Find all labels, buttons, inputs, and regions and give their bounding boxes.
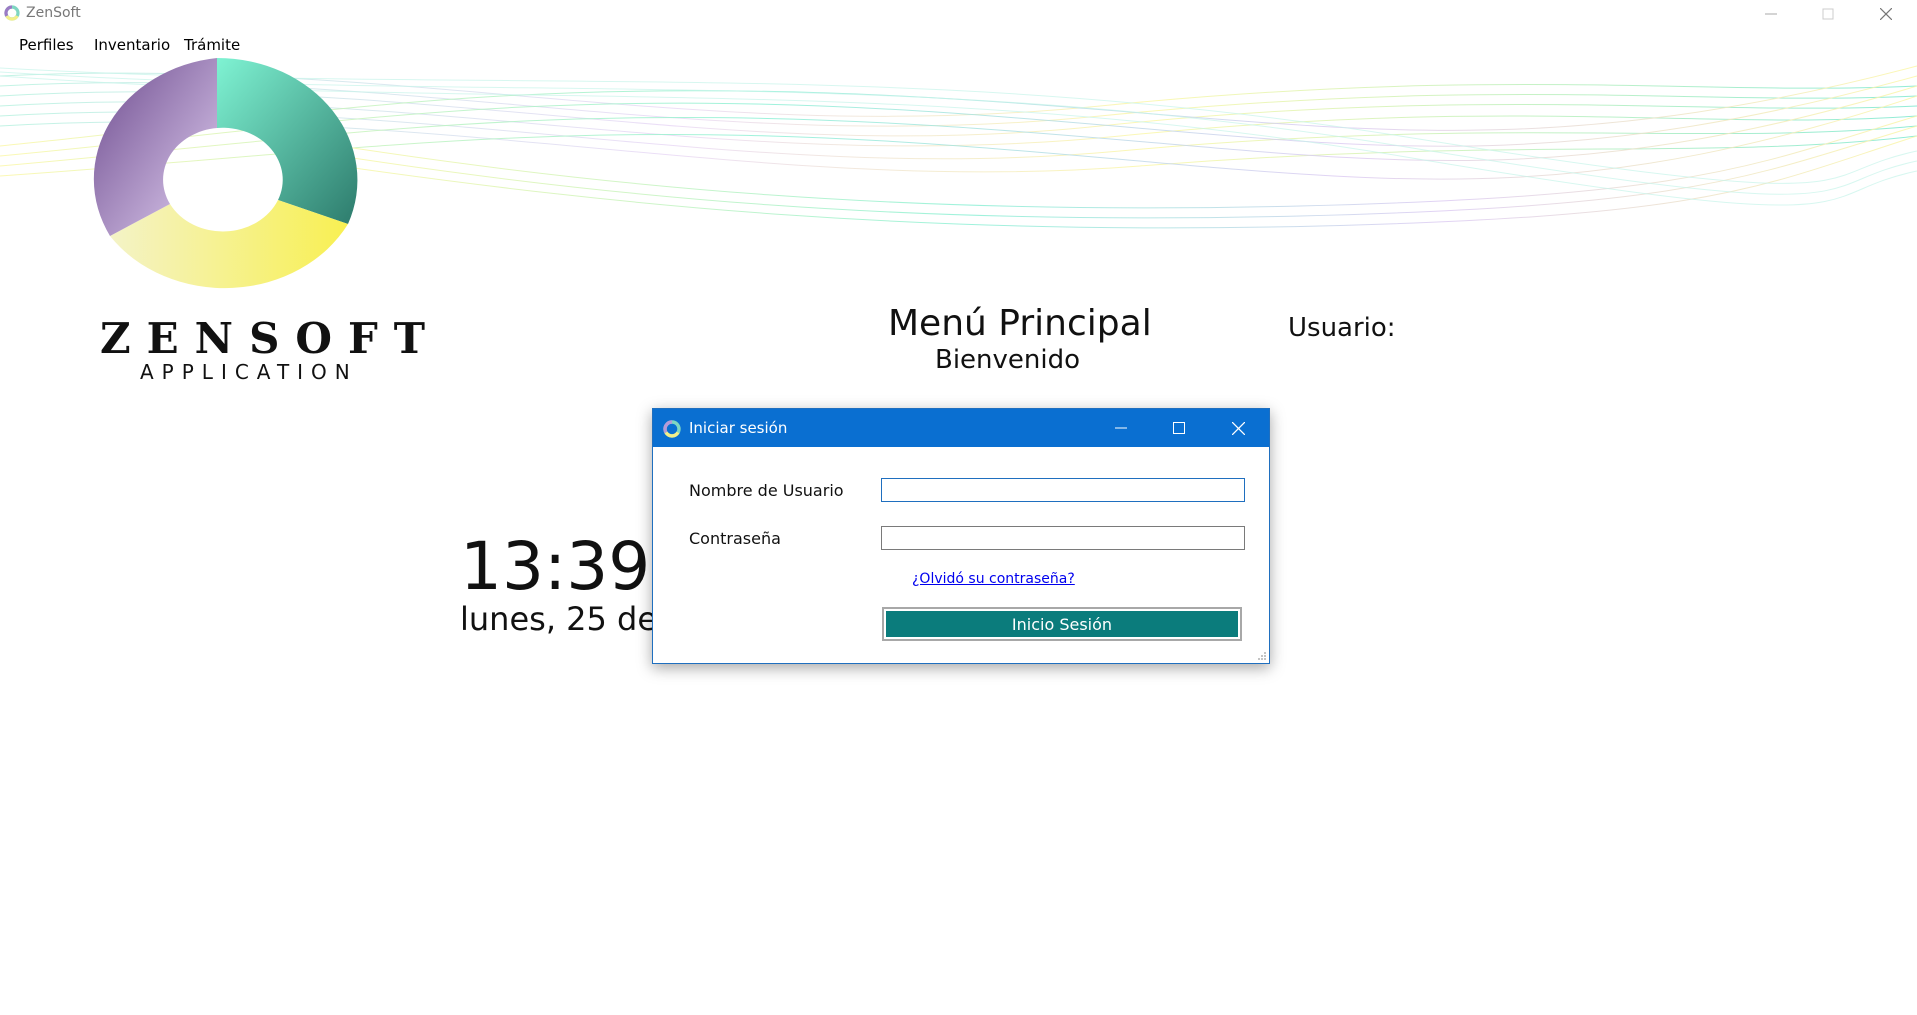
- username-label: Nombre de Usuario: [689, 481, 844, 500]
- login-button-label: Inicio Sesión: [886, 611, 1238, 637]
- clock-time: 13:39: [460, 528, 651, 605]
- dialog-minimize-button[interactable]: [1092, 409, 1150, 447]
- maximize-icon: [1822, 8, 1834, 20]
- menu-item-perfiles[interactable]: Perfiles: [13, 34, 80, 56]
- brand-subtitle: APPLICATION: [140, 360, 358, 384]
- forgot-password-link[interactable]: ¿Olvidó su contraseña?: [912, 571, 1075, 587]
- maximize-button[interactable]: [1800, 0, 1856, 28]
- password-field[interactable]: [881, 526, 1245, 550]
- password-label: Contraseña: [689, 529, 781, 548]
- zensoft-app-icon: [663, 420, 681, 438]
- login-button[interactable]: Inicio Sesión: [882, 607, 1242, 641]
- clock-date: lunes, 25 de: [460, 600, 658, 638]
- close-icon: [1880, 8, 1892, 20]
- minimize-icon: [1765, 13, 1777, 15]
- zensoft-logo: [93, 57, 358, 289]
- zensoft-app-icon: [4, 5, 20, 21]
- welcome-text: Bienvenido: [935, 345, 1081, 375]
- minimize-icon: [1115, 427, 1127, 429]
- username-field[interactable]: [881, 478, 1245, 502]
- menu-item-tramite[interactable]: Trámite: [178, 34, 246, 56]
- login-dialog: Iniciar sesión Nombre de Usuario Contras…: [652, 408, 1270, 664]
- close-icon: [1231, 421, 1245, 435]
- minimize-button[interactable]: [1743, 0, 1799, 28]
- login-dialog-titlebar[interactable]: Iniciar sesión: [653, 409, 1269, 447]
- window-title: ZenSoft: [26, 5, 81, 21]
- menu-bar: Perfiles Inventario Trámite: [0, 34, 1917, 56]
- brand-name: ZENSOFT: [100, 314, 442, 363]
- maximize-icon: [1173, 422, 1185, 434]
- app-titlebar: ZenSoft: [0, 0, 1917, 28]
- user-label: Usuario:: [1288, 313, 1396, 343]
- close-button[interactable]: [1858, 0, 1914, 28]
- resize-grip-icon[interactable]: [1257, 651, 1267, 661]
- dialog-close-button[interactable]: [1209, 409, 1267, 447]
- menu-item-inventario[interactable]: Inventario: [88, 34, 176, 56]
- login-dialog-title: Iniciar sesión: [689, 419, 788, 437]
- page-title: Menú Principal: [888, 303, 1152, 344]
- dialog-maximize-button[interactable]: [1150, 409, 1208, 447]
